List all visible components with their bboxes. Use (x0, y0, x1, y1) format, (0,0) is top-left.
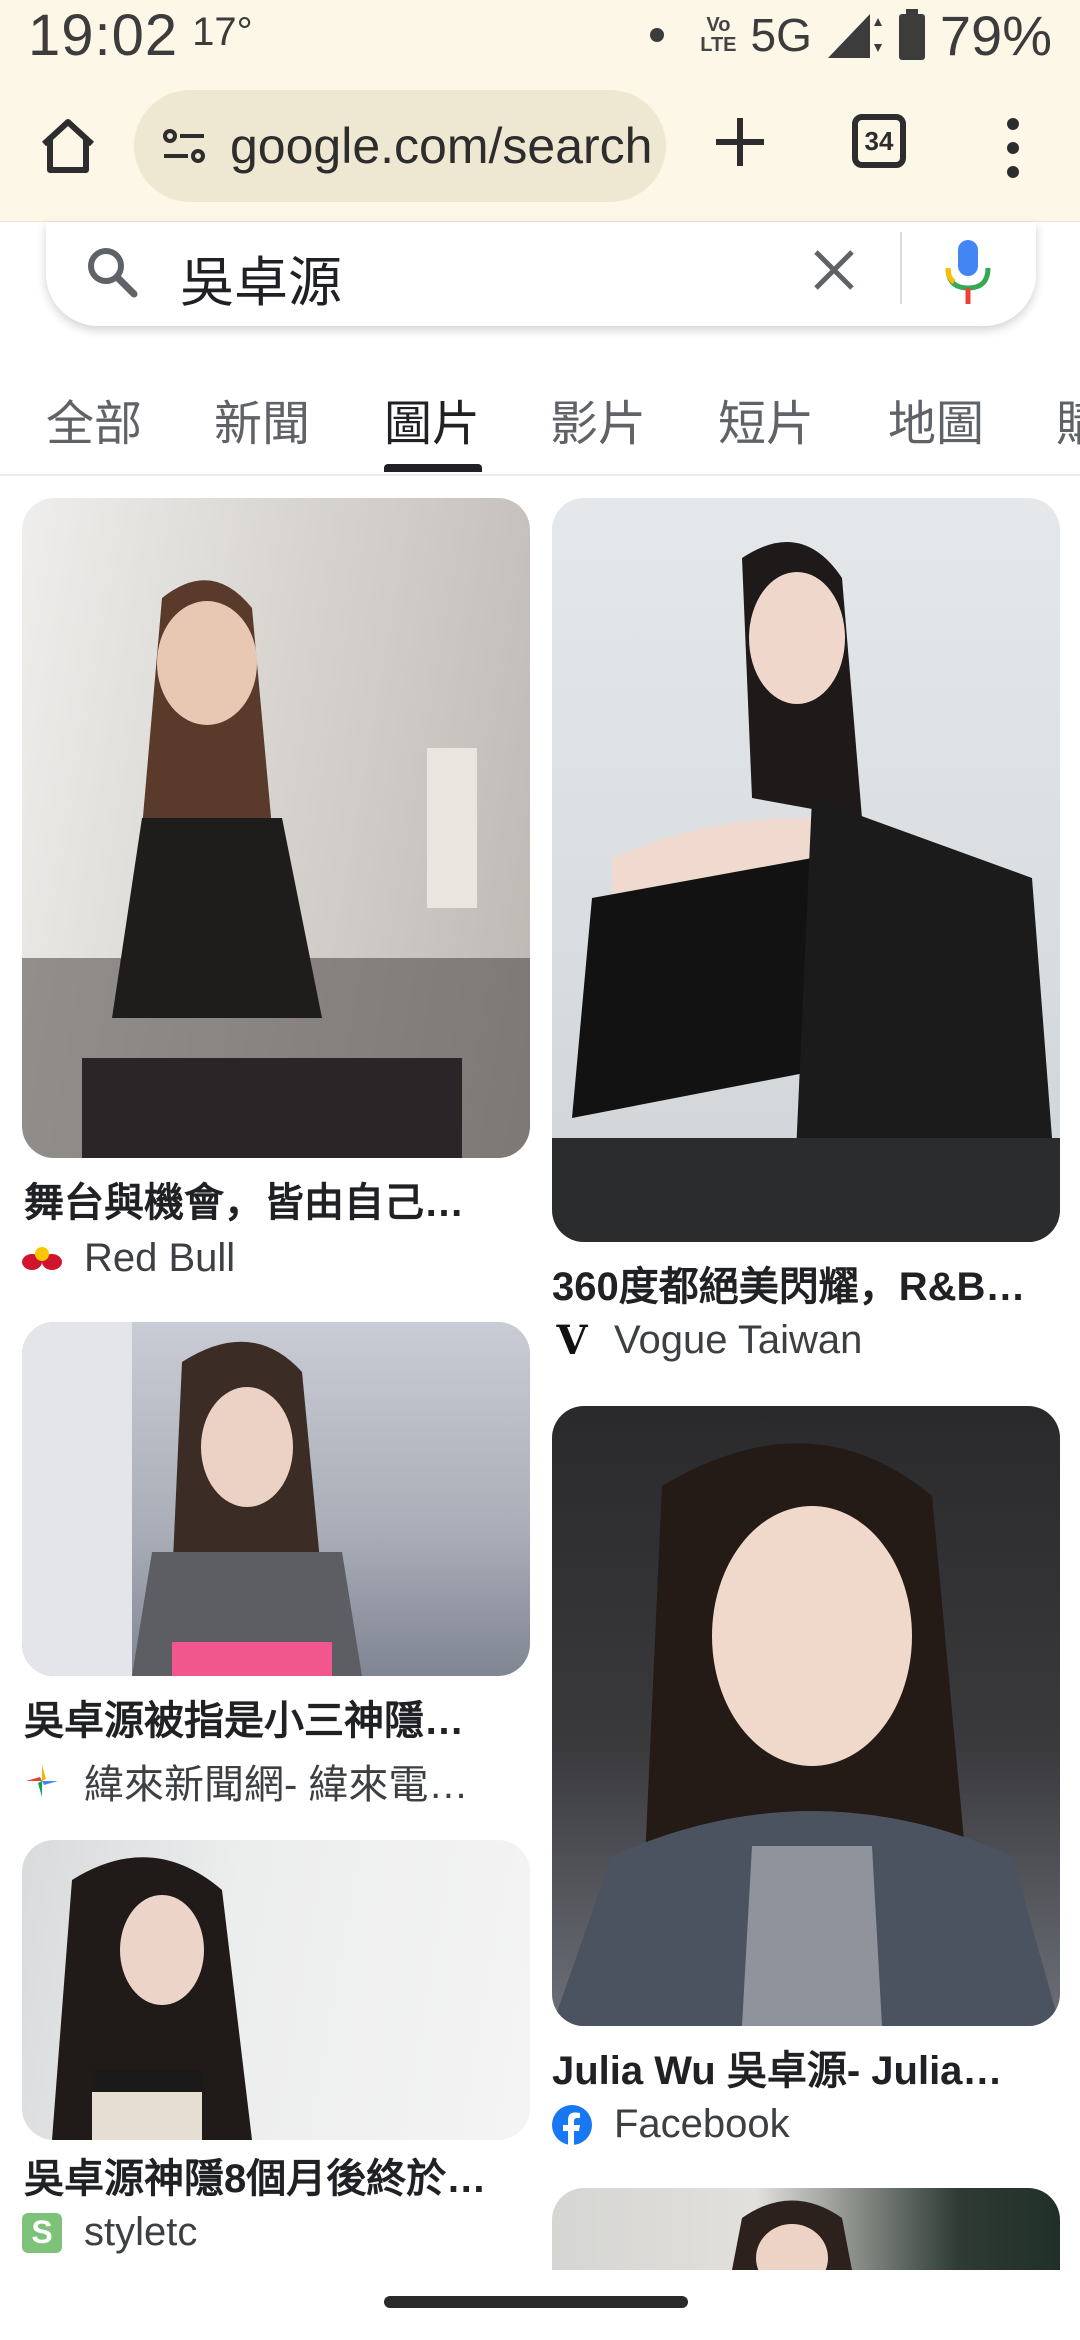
site-settings-icon[interactable] (160, 122, 208, 170)
tab-maps[interactable]: 地圖 (888, 384, 984, 454)
tab-news[interactable]: 新聞 (214, 384, 310, 454)
tab-videos[interactable]: 影片 (550, 384, 646, 454)
result-image[interactable] (22, 1322, 530, 1676)
search-icon (88, 248, 138, 298)
result-title[interactable]: 舞台與機會，皆由自己… (24, 1170, 530, 1228)
image-result[interactable]: 吳卓源神隱8個月後終於… S styletc (22, 1840, 530, 2260)
result-source[interactable]: V Vogue Taiwan (552, 1317, 862, 1364)
vogue-icon: V (556, 1317, 588, 1364)
styletc-icon: S (22, 2212, 62, 2253)
status-icons: Vo LTE 5G 79% (650, 3, 1052, 68)
microphone-icon[interactable] (940, 236, 996, 308)
address-bar[interactable]: google.com/search (134, 90, 666, 202)
image-result[interactable] (552, 2188, 1060, 2270)
result-image[interactable] (22, 1840, 530, 2140)
videoland-icon (22, 1761, 62, 1801)
result-source[interactable]: Facebook (552, 2102, 790, 2147)
search-area: 吳卓源 (0, 222, 1080, 342)
search-tabs: 全部 新聞 圖片 影片 短片 地圖 購 (0, 372, 1080, 476)
result-title[interactable]: 360度都絕美閃耀，R&B… (552, 1254, 1060, 1312)
tab-all[interactable]: 全部 (46, 384, 142, 454)
status-bar: 19:02 17° Vo LTE 5G 79% (0, 0, 1080, 70)
image-result[interactable]: 360度都絕美閃耀，R&B… V Vogue Taiwan (552, 498, 1060, 1368)
home-icon[interactable] (36, 114, 100, 178)
result-image[interactable] (22, 498, 530, 1158)
new-tab-icon[interactable] (708, 110, 772, 174)
red-bull-icon (22, 1239, 62, 1279)
battery-percent: 79% (939, 3, 1052, 67)
status-temperature: 17° (192, 9, 253, 54)
network-type: 5G (750, 9, 812, 61)
browser-toolbar: google.com/search 34 (0, 70, 1080, 222)
signal-icon (827, 14, 882, 58)
search-box[interactable]: 吳卓源 (46, 222, 1036, 326)
image-result[interactable]: Julia Wu 吳卓源- Julia… Facebook (552, 1406, 1060, 2156)
result-image[interactable] (552, 2188, 1060, 2270)
gesture-navigation-bar[interactable] (384, 2296, 688, 2308)
result-source[interactable]: 緯來新聞網- 緯來電… (22, 1752, 468, 1810)
tab-switcher-button[interactable]: 34 (852, 114, 906, 168)
notification-dot-icon (650, 28, 665, 42)
clear-icon[interactable] (810, 246, 858, 294)
result-image[interactable] (552, 1406, 1060, 2026)
tab-images[interactable]: 圖片 (384, 384, 480, 454)
result-title[interactable]: 吳卓源神隱8個月後終於… (24, 2146, 530, 2204)
image-result[interactable]: 舞台與機會，皆由自己… Red Bull (22, 498, 530, 1288)
search-input[interactable]: 吳卓源 (180, 238, 342, 317)
active-tab-indicator (384, 464, 482, 472)
result-image[interactable] (552, 498, 1060, 1242)
search-divider (900, 232, 902, 304)
image-result[interactable]: 吳卓源被指是小三神隱… 緯來新聞網- 緯來電… (22, 1322, 530, 1812)
result-source[interactable]: Red Bull (22, 1236, 235, 1281)
more-menu-icon[interactable] (998, 118, 1028, 178)
tab-short-videos[interactable]: 短片 (718, 384, 814, 454)
result-title[interactable]: 吳卓源被指是小三神隱… (24, 1688, 530, 1746)
battery-icon (898, 9, 925, 60)
status-time: 19:02 (28, 2, 179, 68)
url-text: google.com/search (230, 118, 653, 174)
tab-shopping[interactable]: 購 (1056, 384, 1080, 454)
facebook-icon (552, 2104, 592, 2145)
result-source[interactable]: S styletc (22, 2210, 197, 2255)
volte-icon: Vo LTE (700, 14, 737, 56)
result-title[interactable]: Julia Wu 吳卓源- Julia… (552, 2038, 1060, 2096)
